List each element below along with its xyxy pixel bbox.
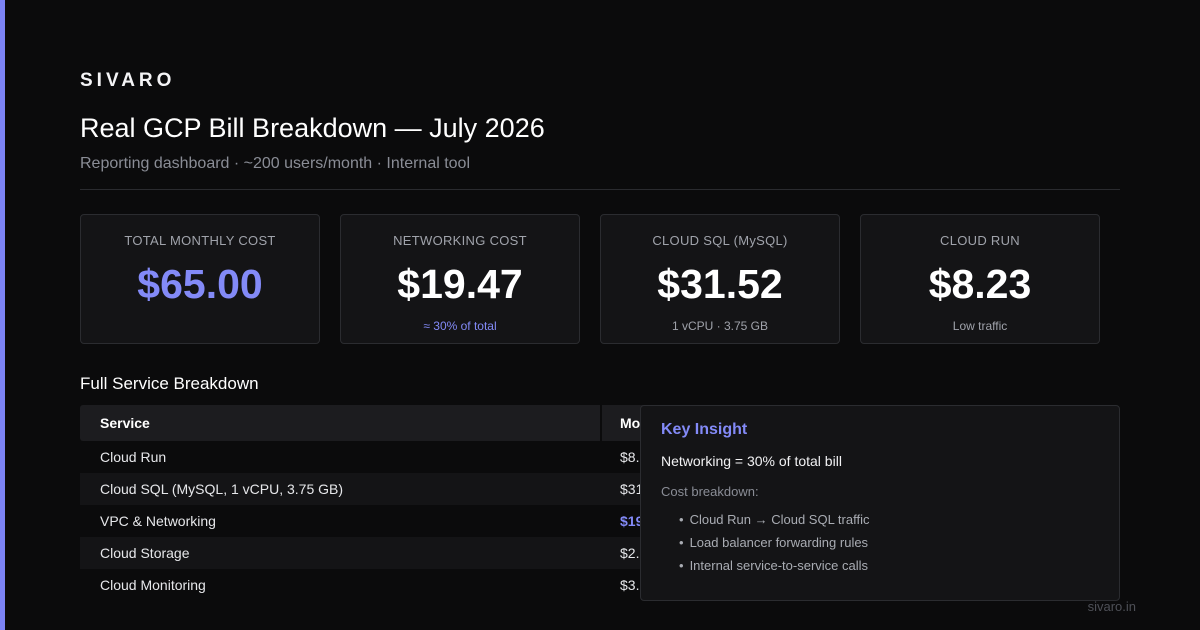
row-service: Cloud Run <box>100 449 167 465</box>
networking-cost-card: NETWORKING COST $19.47 ≈ 30% of total <box>340 214 580 344</box>
cloud-run-card: CLOUD RUN $8.23 Low traffic <box>860 214 1100 344</box>
row-service: Cloud SQL (MySQL, 1 vCPU, 3.75 GB) <box>100 481 344 497</box>
table-header: Service Mo <box>80 405 700 441</box>
card-value: $19.47 <box>397 261 523 307</box>
page-subtitle: Reporting dashboard · ~200 users/month ·… <box>80 155 471 172</box>
table-row: Cloud SQL (MySQL, 1 vCPU, 3.75 GB) $31 <box>80 473 700 505</box>
table-row: VPC & Networking $19 <box>80 505 700 537</box>
row-service: VPC & Networking <box>100 513 216 529</box>
card-note: ≈ 30% of total <box>423 319 497 333</box>
insight-subheading: Cost breakdown: <box>661 484 759 499</box>
header-divider <box>80 189 1120 190</box>
card-note: Low traffic <box>952 319 1008 333</box>
footer-url: sivaro.in <box>1087 599 1136 614</box>
card-label: CLOUD RUN <box>940 233 1020 248</box>
table-row: Cloud Monitoring $3. <box>80 569 700 601</box>
card-value: $8.23 <box>928 261 1032 307</box>
bullet-icon: • <box>679 535 684 550</box>
table-row: Cloud Run $8. <box>80 441 700 473</box>
insight-headline: Networking = 30% of total bill <box>661 453 842 469</box>
key-insight-panel: Key Insight Networking = 30% of total bi… <box>640 405 1120 601</box>
breakdown-title: Full Service Breakdown <box>80 374 259 393</box>
total-cost-card: TOTAL MONTHLY COST $65.00 <box>80 214 320 344</box>
insight-title: Key Insight <box>661 421 748 438</box>
card-label: CLOUD SQL (MySQL) <box>652 233 788 248</box>
card-label: TOTAL MONTHLY COST <box>124 233 276 248</box>
service-breakdown-table: Service Mo Cloud Run $8. Cloud SQL (MySQ… <box>80 405 700 601</box>
card-value: $31.52 <box>657 261 783 307</box>
card-note: 1 vCPU · 3.75 GB <box>671 319 769 333</box>
page-title: Real GCP Bill Breakdown — July 2026 <box>80 113 545 143</box>
card-label: NETWORKING COST <box>393 233 527 248</box>
list-item: • Cloud Run → Cloud SQL traffic <box>679 508 869 531</box>
list-item: • Internal service-to-service calls <box>679 554 869 577</box>
brand-logo: SIVARO <box>80 70 176 91</box>
column-header-service: Service <box>80 405 600 441</box>
accent-bar <box>0 0 5 630</box>
row-service: Cloud Storage <box>100 545 190 561</box>
insight-list: • Cloud Run → Cloud SQL traffic • Load bal… <box>679 508 869 577</box>
bullet-icon: • <box>679 512 684 527</box>
table-row: Cloud Storage $2. <box>80 537 700 569</box>
card-value: $65.00 <box>137 261 263 307</box>
bullet-icon: • <box>679 558 684 573</box>
list-item: • Load balancer forwarding rules <box>679 531 869 554</box>
row-service: Cloud Monitoring <box>100 577 206 593</box>
cloud-sql-card: CLOUD SQL (MySQL) $31.52 1 vCPU · 3.75 G… <box>600 214 840 344</box>
